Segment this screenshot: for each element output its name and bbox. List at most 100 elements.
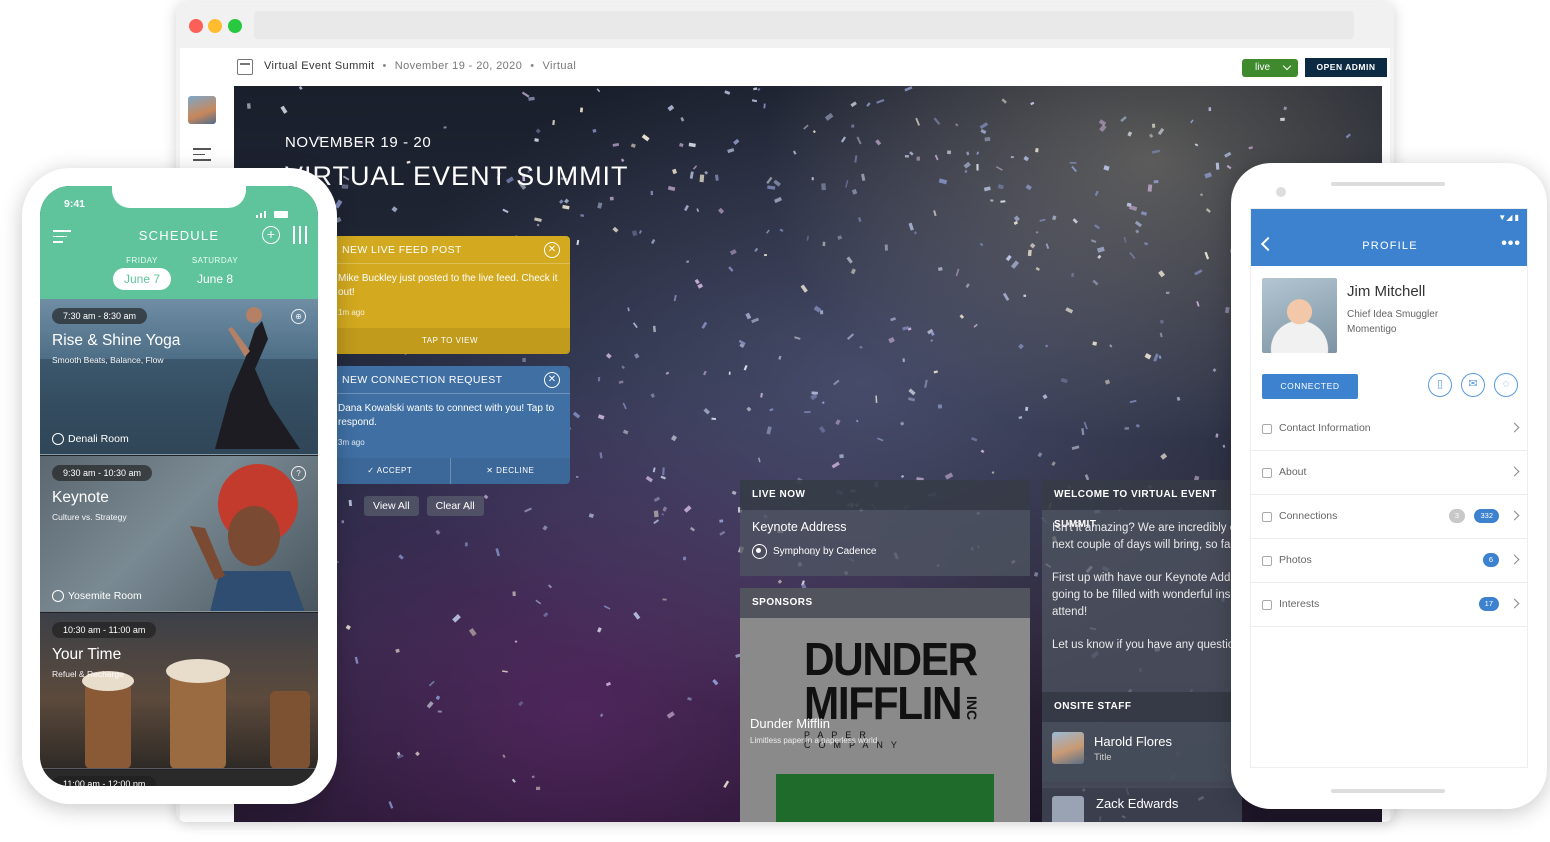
confetti-piece <box>1345 133 1352 139</box>
confetti-piece <box>719 519 724 523</box>
live-feed-notification[interactable]: NEW LIVE FEED POST ✕ Mike Buckley just p… <box>330 236 570 354</box>
confetti-piece <box>348 499 353 507</box>
mail-icon[interactable]: ✉ <box>1461 373 1485 397</box>
confetti-piece <box>1071 165 1078 173</box>
confetti-piece <box>683 505 692 513</box>
maximize-window-button[interactable] <box>228 19 242 33</box>
bookmark-icon[interactable]: ⊕ <box>291 309 306 324</box>
confetti-piece <box>1027 249 1032 257</box>
profile-row-about[interactable]: About <box>1251 451 1527 495</box>
schedule-screen: 9:41 SCHEDULE + FRIDAY SATURDAY June 7 J… <box>40 186 318 786</box>
confetti-piece <box>341 520 345 524</box>
confetti-piece <box>1104 379 1111 385</box>
confetti-piece <box>1035 267 1040 272</box>
live-now-panel[interactable]: LIVE NOW Keynote Address Symphony by Cad… <box>740 480 1030 576</box>
more-icon[interactable]: ••• <box>1501 235 1521 253</box>
profile-row-connections[interactable]: Connections 3 332 <box>1251 495 1527 539</box>
connected-button[interactable]: CONNECTED <box>1262 374 1358 399</box>
confetti-piece <box>763 103 766 109</box>
confetti-piece <box>1005 254 1012 262</box>
confetti-piece <box>1023 155 1029 162</box>
confetti-piece <box>1092 279 1099 286</box>
clear-all-button[interactable]: Clear All <box>426 496 484 516</box>
confetti-piece <box>1051 461 1056 467</box>
profile-row-interests[interactable]: Interests 17 <box>1251 583 1527 627</box>
confetti-piece <box>531 775 535 779</box>
confetti-piece <box>846 333 855 341</box>
close-icon[interactable]: ✕ <box>544 242 560 258</box>
confetti-piece <box>535 786 541 791</box>
confetti-piece <box>542 525 548 531</box>
session-card[interactable]: 10:30 am - 11:00 am Your Time Refuel & R… <box>40 613 318 769</box>
accept-button[interactable]: ✓ ACCEPT <box>330 458 451 484</box>
sponsors-panel[interactable]: SPONSORS DUNDER MIFFLIN PAPER COMPANY IN… <box>740 588 1030 822</box>
day-tab-june-7[interactable]: June 7 <box>113 268 171 290</box>
confetti-piece <box>662 506 668 512</box>
confetti-piece <box>743 364 748 371</box>
confetti-piece <box>900 474 905 478</box>
open-admin-button[interactable]: OPEN ADMIN <box>1305 58 1387 77</box>
confetti-piece <box>1215 433 1219 438</box>
staff-item[interactable]: Harold Flores Title <box>1042 722 1242 774</box>
confetti-piece <box>861 173 866 181</box>
confetti-piece <box>877 437 884 442</box>
row-label: Photos <box>1279 554 1312 566</box>
view-all-button[interactable]: View All <box>364 496 419 516</box>
session-card[interactable]: 9:30 am - 10:30 am ? Keynote Culture vs.… <box>40 456 318 612</box>
confetti-piece <box>767 185 776 190</box>
day-tab-june-8[interactable]: June 8 <box>186 268 244 290</box>
confetti-piece <box>1129 251 1136 260</box>
live-status-select[interactable]: live <box>1242 59 1298 77</box>
tap-to-view-button[interactable]: TAP TO VIEW <box>330 328 570 354</box>
confetti-piece <box>684 204 689 212</box>
minimize-window-button[interactable] <box>208 19 222 33</box>
session-card[interactable]: 7:30 am - 8:30 am ⊕ Rise & Shine Yoga Sm… <box>40 299 318 455</box>
filter-icon[interactable] <box>290 226 308 244</box>
session-name: Keynote <box>52 489 109 506</box>
confetti-piece <box>746 406 752 412</box>
profile-row-photos[interactable]: Photos 6 <box>1251 539 1527 583</box>
menu-icon[interactable] <box>193 148 211 162</box>
confetti-piece <box>835 419 841 426</box>
confetti-piece <box>354 656 359 664</box>
confetti-piece <box>754 247 759 252</box>
add-icon[interactable]: + <box>262 226 280 244</box>
close-window-button[interactable] <box>189 19 203 33</box>
confetti-piece <box>990 199 994 202</box>
confetti-piece <box>933 117 941 125</box>
address-bar[interactable] <box>254 11 1354 39</box>
confetti-piece <box>733 138 740 145</box>
confetti-piece <box>846 256 853 264</box>
confetti-piece <box>1018 343 1024 350</box>
phone-icon[interactable]: ▯ <box>1428 373 1452 397</box>
staff-item[interactable]: Zack Edwards <box>1042 786 1242 822</box>
confetti-piece <box>800 284 808 293</box>
close-icon[interactable]: ✕ <box>544 372 560 388</box>
status-icons: ▼◢ ▮ <box>1498 213 1519 222</box>
notification-body: Mike Buckley just posted to the live fee… <box>338 273 558 298</box>
confetti-piece <box>888 337 895 344</box>
camera <box>1276 187 1286 197</box>
decline-button[interactable]: ✕ DECLINE <box>451 458 571 484</box>
confetti-piece <box>850 268 856 275</box>
confetti-piece <box>1035 148 1039 153</box>
android-device: ▼◢ ▮ PROFILE ••• Jim Mitchell Chief Idea… <box>1231 163 1547 809</box>
user-avatar[interactable] <box>188 96 216 124</box>
profile-row-contact[interactable]: Contact Information <box>1251 407 1527 451</box>
confetti-piece <box>728 371 731 375</box>
help-icon[interactable]: ? <box>291 466 306 481</box>
confetti-piece <box>1151 123 1156 128</box>
confetti-piece <box>946 150 952 155</box>
confetti-piece <box>930 339 933 342</box>
confetti-piece <box>699 174 705 183</box>
staff-title: Title <box>1094 751 1112 763</box>
confetti-piece <box>1025 406 1029 412</box>
confetti-piece <box>391 206 398 213</box>
confetti-piece <box>1096 246 1105 253</box>
confetti-piece <box>1158 355 1162 359</box>
chat-icon[interactable]: ◌ <box>1494 373 1518 397</box>
confetti-piece <box>1140 211 1148 216</box>
session-card[interactable]: 11:00 am - 12:00 pm <box>40 770 318 786</box>
confetti-piece <box>976 151 980 155</box>
confetti-piece <box>651 239 656 245</box>
